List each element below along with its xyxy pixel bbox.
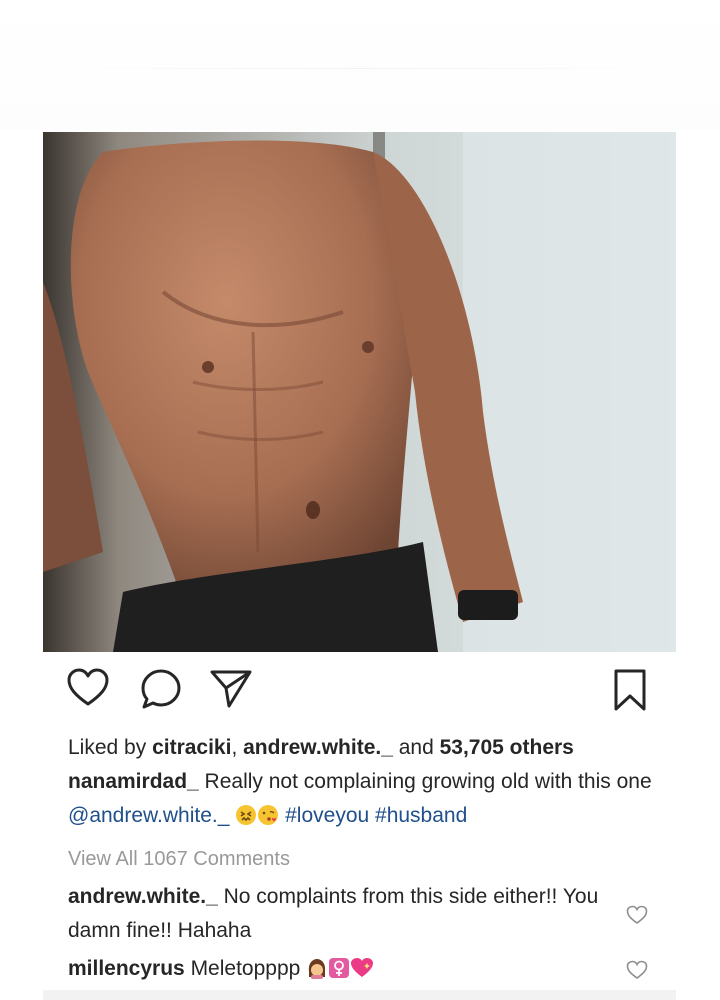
top-bar xyxy=(0,0,720,130)
caption-text: Really not complaining growing old with … xyxy=(198,770,652,793)
sparkling-heart-icon xyxy=(350,956,374,990)
comment-item: andrew.white._ No complaints from this s… xyxy=(68,880,608,948)
likes-line: Liked by citraciki, andrew.white._ and 5… xyxy=(68,731,668,765)
likes-separator: , xyxy=(231,736,244,759)
female-sign-icon xyxy=(328,956,350,990)
bottom-edge xyxy=(43,990,676,1000)
comment-author[interactable]: millencyrus xyxy=(68,957,185,980)
view-all-comments-link[interactable]: View All 1067 Comments xyxy=(68,842,668,876)
post-image[interactable] xyxy=(43,132,676,652)
comment-item: millencyrus Meletopppp xyxy=(68,952,608,990)
hashtag-link[interactable]: #loveyou xyxy=(285,804,369,827)
likes-and: and xyxy=(392,736,440,759)
girl-emoji-icon xyxy=(306,956,328,990)
send-icon[interactable] xyxy=(209,668,253,710)
hashtag-link[interactable]: #husband xyxy=(375,804,467,827)
caption-mention[interactable]: @andrew.white._ xyxy=(68,804,229,827)
likes-prefix: Liked by xyxy=(68,736,153,759)
comment-author[interactable]: andrew.white._ xyxy=(68,885,218,908)
kiss-emoji-icon xyxy=(257,803,279,837)
liker-link[interactable]: andrew.white._ xyxy=(243,736,393,759)
likes-count-link[interactable]: 53,705 others xyxy=(440,736,574,759)
post-actions xyxy=(43,668,676,716)
liker-link[interactable]: citraciki xyxy=(152,736,231,759)
caption: nanamirdad_ Really not complaining growi… xyxy=(68,765,668,837)
comment-icon[interactable] xyxy=(140,668,182,710)
small-heart-icon[interactable] xyxy=(626,960,648,985)
post-photo-illustration xyxy=(43,132,676,652)
caption-author[interactable]: nanamirdad_ xyxy=(68,770,199,793)
heart-icon[interactable] xyxy=(67,668,109,708)
small-heart-icon[interactable] xyxy=(626,905,648,930)
divider xyxy=(40,68,680,69)
confounded-emoji-icon xyxy=(235,803,257,837)
comment-text: Meletopppp xyxy=(184,957,301,980)
bookmark-icon[interactable] xyxy=(613,668,647,712)
